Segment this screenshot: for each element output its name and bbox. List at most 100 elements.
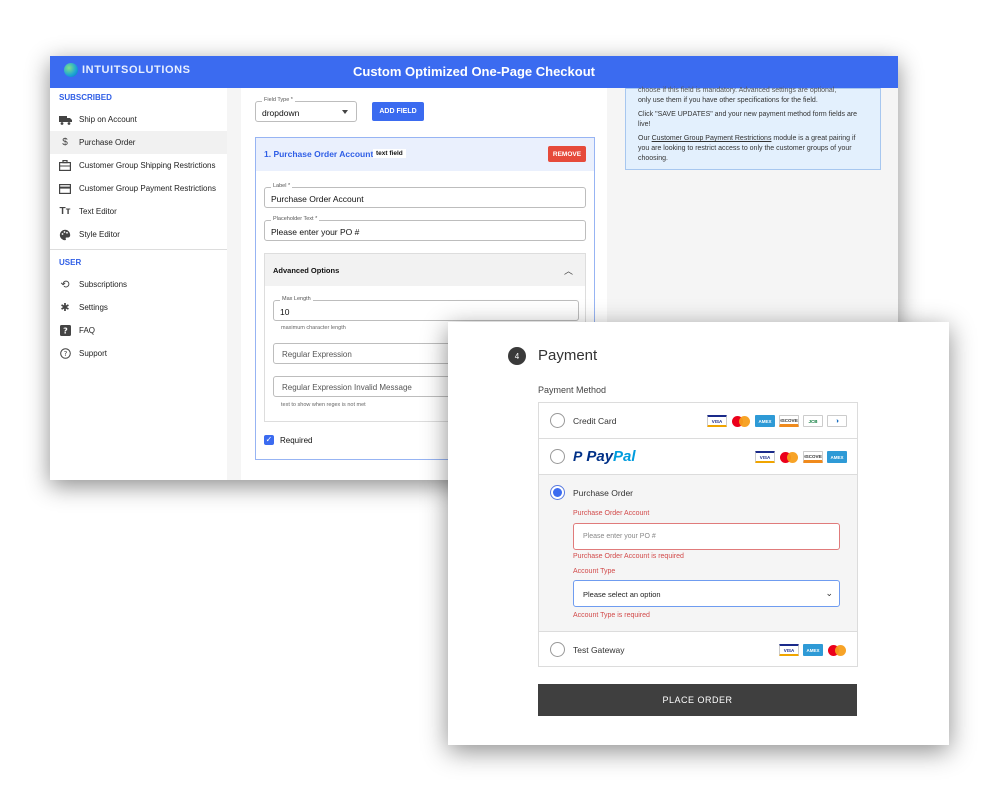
palette-icon [58,228,72,242]
field-card-title: 1. Purchase Order Account [264,149,374,159]
payment-option-paypal[interactable]: PPayPal VISA DISCOVER AMEX [539,439,857,475]
help-text-2: Click "SAVE UPDATES" and your new paymen… [638,111,858,128]
amex-logo-icon: AMEX [803,644,823,656]
sidebar-item-label: Customer Group Payment Restrictions [79,184,216,193]
sidebar-item-text-editor[interactable]: Tт Text Editor [50,200,227,223]
advanced-options-header[interactable]: Advanced Options ︿ [265,254,585,286]
dollar-icon: $ [62,137,68,148]
field-card-header: 1. Purchase Order Account text field REM… [256,138,594,171]
question-box-icon: ? [58,324,72,338]
sidebar-item-label: FAQ [79,326,96,335]
mastercard-logo-icon [731,415,751,427]
place-order-button[interactable]: PLACE ORDER [538,684,857,716]
po-account-placeholder: Please enter your PO # [583,533,656,540]
advanced-options-title: Advanced Options [273,266,340,275]
po-account-label: Purchase Order Account [573,510,650,517]
required-checkbox-row[interactable]: ✓ Required [264,435,312,445]
card-logos: VISA DISCOVER AMEX [755,451,847,463]
placeholder-input-label: Placeholder Text * [271,216,320,222]
diners-club-logo-icon: ◑ [827,415,847,427]
truck-icon [58,113,72,127]
required-label: Required [280,435,313,445]
app-bar: INTUITSOLUTIONS Custom Optimized One-Pag… [50,56,898,88]
payment-window: 4 Payment Payment Method Credit Card VIS… [448,322,949,745]
help-text-1: only use them if you have other specific… [638,97,818,104]
briefcase-icon [58,159,72,173]
po-account-error: Purchase Order Account is required [573,553,684,560]
chevron-up-icon: ︿ [563,266,573,276]
regex-placeholder: Regular Expression [282,350,352,359]
radio-paypal[interactable] [550,449,565,464]
label-input[interactable]: Label * Purchase Order Account [264,183,586,208]
max-length-helper: maximum character length [281,325,346,331]
paypal-logo: P PayPal [573,448,636,465]
field-type-chip: text field [373,149,406,158]
payment-option-credit-card[interactable]: Credit Card VISA AMEX DISCOVER JCB ◑ [539,403,857,439]
payment-option-label: Credit Card [573,416,617,426]
max-length-value: 10 [280,307,290,317]
sidebar-item-subscriptions[interactable]: ⟲ Subscriptions [50,273,227,296]
app-title: Custom Optimized One-Page Checkout [353,64,595,79]
sidebar-item-label: Support [79,349,108,358]
account-type-select[interactable]: Please select an option ⌄ [573,580,840,607]
field-type-label: Field Type * [262,97,295,103]
help-text-3-prefix: Our [638,135,652,142]
help-text-top: choose if this field is mandatory. Advan… [638,87,837,94]
payment-option-label: Test Gateway [573,645,625,655]
radio-test-gateway[interactable] [550,642,565,657]
field-type-select[interactable]: Field Type * dropdown [255,97,357,122]
max-length-input[interactable]: Max Length 10 [273,296,579,321]
sidebar: SUBSCRIBED Ship on Account $ Purchase Or… [50,88,227,480]
payment-option-label: Purchase Order [573,488,633,498]
mastercard-logo-icon [779,451,799,463]
max-length-label: Max Length [280,296,313,302]
sidebar-item-faq[interactable]: ? FAQ [50,319,227,342]
sidebar-item-ship-on-account[interactable]: Ship on Account [50,108,227,131]
sidebar-item-label: Ship on Account [79,115,137,124]
sidebar-item-label: Text Editor [79,207,117,216]
visa-logo-icon: VISA [707,415,727,427]
sidebar-item-payment-restrictions[interactable]: Customer Group Payment Restrictions [50,177,227,200]
chevron-down-icon: ⌄ [825,588,833,598]
svg-text:?: ? [63,350,67,358]
radio-credit-card[interactable] [550,413,565,428]
account-type-label: Account Type [573,568,616,575]
payment-option-purchase-order[interactable]: Purchase Order Purchase Order Account Pl… [539,475,857,632]
payment-method-label: Payment Method [538,385,607,395]
sidebar-divider [50,249,227,250]
regex-message-placeholder: Regular Expression Invalid Message [282,383,412,392]
amex-logo-icon: AMEX [755,415,775,427]
amex-logo-icon: AMEX [827,451,847,463]
radio-purchase-order[interactable] [550,485,565,500]
help-card: choose if this field is mandatory. Advan… [625,87,881,170]
sidebar-item-support[interactable]: ? Support [50,342,227,365]
regex-message-helper: text to show when regex is not met [281,402,366,408]
visa-logo-icon: VISA [755,451,775,463]
field-type-value: dropdown [262,108,300,118]
step-number-badge: 4 [508,347,526,365]
help-link-payment-restrictions[interactable]: Customer Group Payment Restrictions [652,135,772,142]
placeholder-input-value: Please enter your PO # [271,227,360,237]
sidebar-item-purchase-order[interactable]: $ Purchase Order [50,131,227,154]
account-type-value: Please select an option [583,590,661,599]
sidebar-item-label: Subscriptions [79,280,128,289]
payment-heading: Payment [538,347,598,364]
payment-option-test-gateway[interactable]: Test Gateway VISA AMEX [539,632,857,667]
credit-card-icon [58,182,72,196]
sidebar-item-settings[interactable]: ✱ Settings [50,296,227,319]
mastercard-logo-icon [827,644,847,656]
sidebar-section-subscribed: SUBSCRIBED [59,93,112,102]
remove-field-button[interactable]: REMOVE [548,146,586,162]
sidebar-item-shipping-restrictions[interactable]: Customer Group Shipping Restrictions [50,154,227,177]
account-type-error: Account Type is required [573,612,650,619]
po-account-input[interactable]: Please enter your PO # [573,523,840,550]
dropdown-caret-icon [342,110,348,114]
checkbox-checked-icon[interactable]: ✓ [264,435,274,445]
sidebar-item-style-editor[interactable]: Style Editor [50,223,227,246]
card-logos: VISA AMEX [779,644,847,656]
jcb-logo-icon: JCB [803,415,823,427]
add-field-button[interactable]: ADD FIELD [372,102,424,121]
svg-text:?: ? [63,327,68,336]
placeholder-input[interactable]: Placeholder Text * Please enter your PO … [264,216,586,241]
gear-icon: ✱ [60,302,70,314]
